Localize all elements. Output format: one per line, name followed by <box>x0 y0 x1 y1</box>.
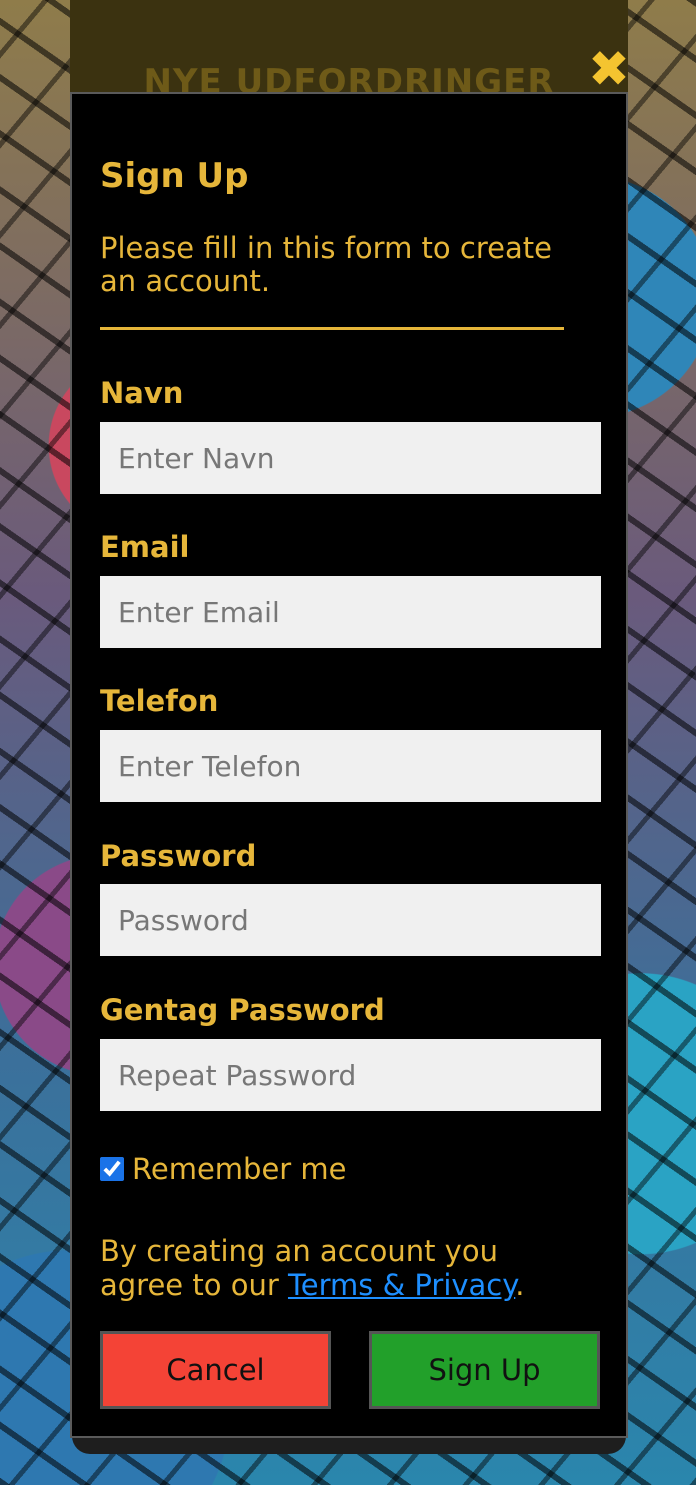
close-icon[interactable]: ✖ <box>586 44 632 94</box>
remember-me-label: Remember me <box>132 1152 347 1186</box>
terms-privacy-link[interactable]: Terms & Privacy <box>288 1268 515 1302</box>
navn-input[interactable] <box>100 422 601 494</box>
signup-modal: Sign Up Please fill in this form to crea… <box>70 92 628 1438</box>
signup-button[interactable]: Sign Up <box>369 1331 600 1409</box>
modal-subtitle: Please fill in this form to create an ac… <box>100 231 552 298</box>
repeat-password-label: Gentag Password <box>100 993 385 1027</box>
cancel-button[interactable]: Cancel <box>100 1331 331 1409</box>
password-label: Password <box>100 839 257 873</box>
email-label: Email <box>100 530 190 564</box>
repeat-password-input[interactable] <box>100 1039 601 1111</box>
remember-me-checkbox[interactable] <box>100 1157 124 1181</box>
modal-title: Sign Up <box>100 156 249 196</box>
remember-me[interactable]: Remember me <box>100 1152 347 1186</box>
password-input[interactable] <box>100 884 601 956</box>
telefon-input[interactable] <box>100 730 601 802</box>
email-input[interactable] <box>100 576 601 648</box>
terms-text: By creating an account you agree to our … <box>100 1234 570 1302</box>
navn-label: Navn <box>100 376 184 410</box>
terms-suffix: . <box>515 1268 525 1302</box>
backdrop-title: NYE UDFORDRINGER <box>143 62 555 94</box>
divider <box>100 327 564 330</box>
telefon-label: Telefon <box>100 684 219 718</box>
